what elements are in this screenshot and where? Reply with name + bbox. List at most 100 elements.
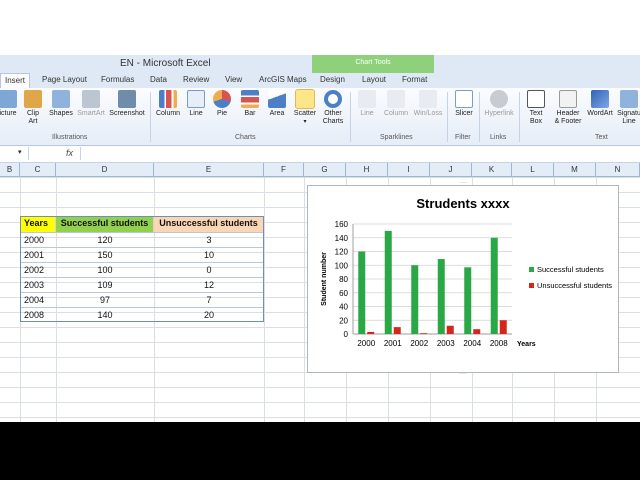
line-chart-button[interactable]: Line — [185, 90, 207, 118]
grid-line — [264, 177, 265, 422]
sparkline-line-button[interactable]: Line — [356, 90, 378, 118]
column-header[interactable]: H — [346, 163, 388, 176]
column-header[interactable]: E — [154, 163, 264, 176]
column-headers: B C D E F G H I J K L M N — [0, 163, 640, 177]
legend-swatch — [529, 267, 534, 272]
sparkline-line-icon — [358, 90, 376, 108]
area-chart-icon — [268, 90, 286, 108]
screenshot-button[interactable]: Screenshot — [107, 90, 147, 118]
column-header[interactable]: I — [388, 163, 430, 176]
column-header[interactable]: C — [20, 163, 56, 176]
insert-function-icon[interactable]: fx — [66, 148, 73, 158]
tab-page-layout[interactable]: Page Layout — [42, 75, 87, 84]
tab-arcgis-maps[interactable]: ArcGIS Maps — [259, 75, 307, 84]
chart-resize-handle[interactable]: ···· — [459, 371, 467, 377]
sparkline-winloss-icon — [419, 90, 437, 108]
picture-icon — [0, 90, 17, 108]
bar-successful — [437, 259, 445, 334]
group-label-text: Text — [595, 134, 608, 141]
bar-successful — [358, 251, 366, 334]
bar-chart-button[interactable]: Bar — [239, 90, 261, 118]
y-tick-label: 20 — [339, 316, 348, 325]
tab-design[interactable]: Design — [320, 75, 345, 84]
scatter-chart-icon — [295, 89, 315, 109]
scatter-chart-button[interactable]: Scatter ▾ — [291, 89, 319, 126]
excel-window: EN - Microsoft Excel Chart Tools Insert … — [0, 0, 640, 422]
table-border — [20, 216, 264, 322]
clip-art-button[interactable]: Clip Art — [22, 90, 44, 126]
other-charts-icon — [324, 90, 342, 108]
other-charts-button[interactable]: Other Charts — [320, 90, 346, 126]
chart-object[interactable]: Strudents xxxx 0 20 40 60 80 100 120 140 160 Stude… — [307, 185, 619, 373]
column-header[interactable]: B — [0, 163, 20, 176]
bar-successful — [490, 237, 498, 334]
column-header[interactable]: F — [264, 163, 304, 176]
wordart-button[interactable]: WordArt — [585, 90, 615, 118]
column-header[interactable]: N — [596, 163, 640, 176]
hyperlink-icon — [490, 90, 508, 108]
tab-review[interactable]: Review — [183, 75, 209, 84]
bar-successful — [411, 265, 419, 334]
y-tick-label: 160 — [335, 220, 349, 229]
hyperlink-button[interactable]: Hyperlink — [482, 90, 516, 118]
x-tick-label: 2001 — [384, 339, 402, 348]
formula-bar: ▾ fx — [0, 146, 640, 163]
name-box-dropdown-icon[interactable]: ▾ — [18, 148, 22, 156]
sparkline-winloss-button[interactable]: Win/Loss — [412, 90, 444, 118]
slicer-icon — [455, 90, 473, 108]
smartart-button[interactable]: SmartArt — [75, 90, 107, 118]
picture-button[interactable]: icture — [0, 90, 20, 118]
column-header[interactable]: D — [56, 163, 154, 176]
students-chart[interactable]: Strudents xxxx 0 20 40 60 80 100 120 140 160 Stude… — [308, 186, 618, 372]
y-tick-label: 0 — [344, 330, 349, 339]
x-tick-label: 2000 — [357, 339, 375, 348]
legend-entry: Unsuccessful students — [537, 281, 612, 290]
sparkline-column-button[interactable]: Column — [382, 90, 410, 118]
tab-insert[interactable]: Insert — [0, 73, 31, 88]
signature-line-icon — [620, 90, 638, 108]
tab-layout[interactable]: Layout — [362, 75, 386, 84]
column-header[interactable]: M — [554, 163, 596, 176]
column-header[interactable]: L — [512, 163, 554, 176]
chart-title: Strudents xxxx — [416, 196, 510, 211]
group-label-sparklines: Sparklines — [380, 134, 413, 141]
name-box[interactable]: ▾ — [0, 147, 29, 160]
group-separator — [519, 92, 520, 142]
header-footer-icon — [559, 90, 577, 108]
group-label-charts: Charts — [235, 134, 256, 141]
header-footer-button[interactable]: Header & Footer — [551, 90, 585, 126]
column-header[interactable]: G — [304, 163, 346, 176]
x-tick-label: 2008 — [490, 339, 508, 348]
slicer-button[interactable]: Slicer — [452, 90, 476, 118]
group-separator — [350, 92, 351, 142]
text-box-button[interactable]: Text Box — [524, 90, 548, 126]
formula-input[interactable] — [80, 147, 640, 160]
chart-resize-handle[interactable]: ···· — [459, 180, 467, 186]
area-chart-button[interactable]: Area — [265, 90, 289, 118]
tab-view[interactable]: View — [225, 75, 242, 84]
group-label-illustrations: Illustrations — [52, 134, 88, 141]
bar-unsuccessful — [499, 320, 507, 334]
line-chart-icon — [187, 90, 205, 108]
bar-unsuccessful — [367, 331, 375, 334]
pie-chart-button[interactable]: Pie — [211, 90, 233, 118]
column-header[interactable]: K — [472, 163, 512, 176]
y-axis-label: Student number — [321, 252, 328, 306]
pie-chart-icon — [213, 90, 231, 108]
legend-entry: Successful students — [537, 265, 604, 274]
y-tick-label: 80 — [339, 275, 348, 284]
signature-line-button[interactable]: Signatu Line — [616, 90, 640, 126]
bar-successful — [384, 230, 392, 334]
column-header[interactable]: J — [430, 163, 472, 176]
shapes-button[interactable]: Shapes — [47, 90, 75, 118]
tab-format[interactable]: Format — [402, 75, 427, 84]
column-chart-button[interactable]: Column — [152, 90, 184, 118]
tab-formulas[interactable]: Formulas — [101, 75, 134, 84]
chart-tools-contextual-tab: Chart Tools — [312, 55, 434, 74]
tab-data[interactable]: Data — [150, 75, 167, 84]
bottom-black-area — [0, 422, 640, 480]
top-area — [0, 0, 640, 55]
x-tick-label: 2003 — [437, 339, 455, 348]
smartart-icon — [82, 90, 100, 108]
y-tick-label: 140 — [335, 234, 349, 243]
